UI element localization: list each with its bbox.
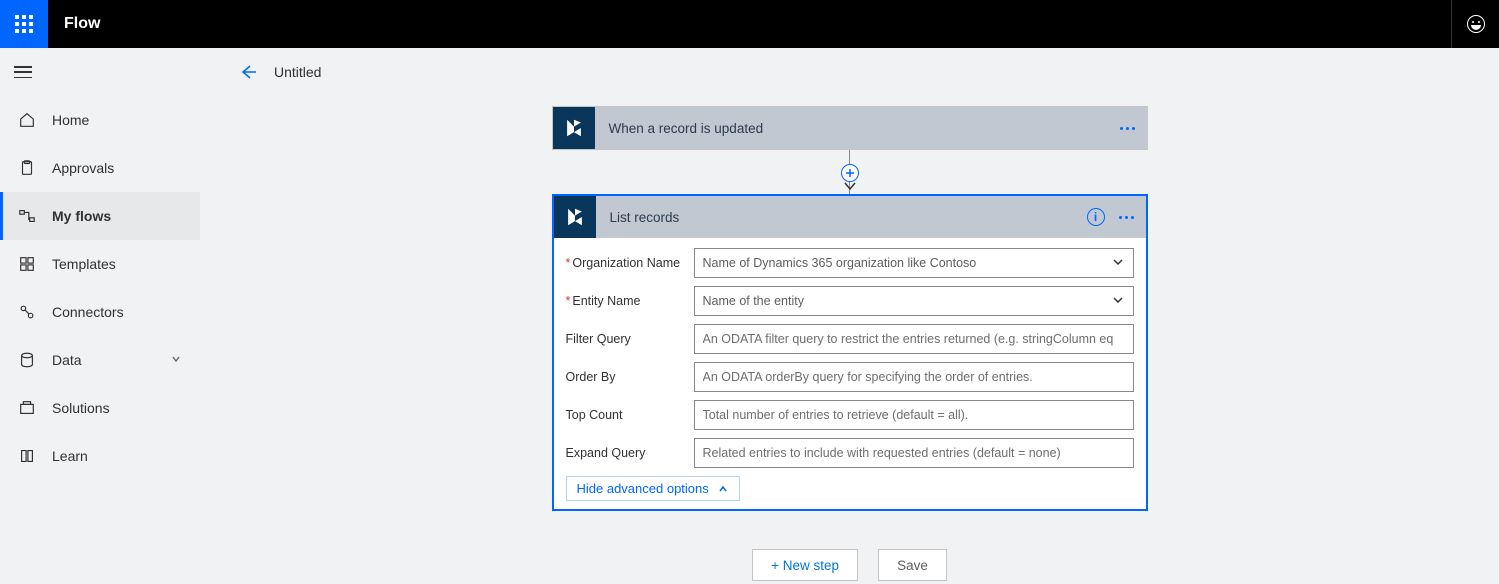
trigger-card[interactable]: When a record is updated xyxy=(552,106,1148,150)
waffle-icon xyxy=(15,15,33,33)
sidebar: Home Approvals My flows Templates Connec xyxy=(0,48,200,584)
action-body: *Organization Name Name of Dynamics 365 … xyxy=(554,238,1146,509)
order-by-input[interactable] xyxy=(694,362,1134,392)
trigger-menu-button[interactable] xyxy=(1120,127,1135,130)
action-menu-button[interactable] xyxy=(1119,216,1134,219)
topbar: Flow xyxy=(0,0,1499,48)
data-icon xyxy=(18,351,36,369)
hamburger-icon[interactable] xyxy=(14,66,32,78)
trigger-title: When a record is updated xyxy=(609,121,764,136)
sidebar-item-connectors[interactable]: Connectors xyxy=(0,288,200,336)
app-name: Flow xyxy=(64,15,100,33)
smile-icon xyxy=(1467,15,1485,33)
filter-query-input[interactable] xyxy=(694,324,1134,354)
home-icon xyxy=(18,111,36,129)
filter-query-label: Filter Query xyxy=(566,332,694,346)
expand-query-input[interactable] xyxy=(694,438,1134,468)
save-button[interactable]: Save xyxy=(878,549,947,581)
top-count-input[interactable] xyxy=(694,400,1134,430)
sidebar-item-label: Approvals xyxy=(52,160,114,176)
info-button[interactable]: i xyxy=(1087,208,1105,226)
templates-icon xyxy=(18,255,36,273)
sidebar-item-label: Data xyxy=(52,352,82,368)
solutions-icon xyxy=(18,399,36,417)
connectors-icon xyxy=(18,303,36,321)
hide-advanced-options-button[interactable]: Hide advanced options xyxy=(566,476,740,501)
flow-canvas: When a record is updated xyxy=(200,96,1499,584)
sidebar-item-label: My flows xyxy=(52,208,111,224)
action-header[interactable]: List records i xyxy=(554,196,1146,238)
sidebar-item-home[interactable]: Home xyxy=(0,96,200,144)
top-count-label: Top Count xyxy=(566,408,694,422)
feedback-button[interactable] xyxy=(1451,0,1499,48)
expand-query-label: Expand Query xyxy=(566,446,694,460)
org-name-placeholder: Name of Dynamics 365 organization like C… xyxy=(703,256,977,270)
sidebar-item-learn[interactable]: Learn xyxy=(0,432,200,480)
trigger-header[interactable]: When a record is updated xyxy=(553,107,1147,149)
entity-name-placeholder: Name of the entity xyxy=(703,294,804,308)
footer-actions: + New step Save xyxy=(752,549,947,581)
entity-name-label: *Entity Name xyxy=(566,294,694,308)
order-by-label: Order By xyxy=(566,370,694,384)
sidebar-item-label: Templates xyxy=(52,256,116,272)
dynamics-icon xyxy=(554,196,596,238)
chevron-up-icon xyxy=(717,483,729,495)
sidebar-item-solutions[interactable]: Solutions xyxy=(0,384,200,432)
main-area: Untitled When a record is updated xyxy=(200,48,1499,584)
sidebar-item-label: Home xyxy=(52,112,89,128)
action-title: List records xyxy=(610,210,680,225)
sidebar-item-label: Solutions xyxy=(52,400,110,416)
org-name-select[interactable]: Name of Dynamics 365 organization like C… xyxy=(694,248,1134,278)
sidebar-item-templates[interactable]: Templates xyxy=(0,240,200,288)
chevron-down-icon xyxy=(170,352,182,368)
advanced-toggle-label: Hide advanced options xyxy=(577,481,709,496)
sidebar-item-my-flows[interactable]: My flows xyxy=(0,192,200,240)
sidebar-item-approvals[interactable]: Approvals xyxy=(0,144,200,192)
flow-icon xyxy=(18,207,36,225)
chevron-down-icon xyxy=(1111,255,1125,272)
clipboard-icon xyxy=(18,159,36,177)
action-card[interactable]: List records i *Organization Name Name o… xyxy=(552,194,1148,511)
new-step-button[interactable]: + New step xyxy=(752,549,858,581)
step-connector xyxy=(552,150,1148,194)
dynamics-icon xyxy=(553,107,595,149)
app-launcher-button[interactable] xyxy=(0,0,48,48)
flow-name[interactable]: Untitled xyxy=(274,64,321,80)
chevron-down-icon xyxy=(1111,293,1125,310)
sidebar-item-label: Connectors xyxy=(52,304,124,320)
sidebar-item-data[interactable]: Data xyxy=(0,336,200,384)
back-button[interactable] xyxy=(234,58,262,86)
editor-toolbar: Untitled xyxy=(200,48,1499,96)
sidebar-item-label: Learn xyxy=(52,448,88,464)
org-name-label: *Organization Name xyxy=(566,256,694,270)
entity-name-select[interactable]: Name of the entity xyxy=(694,286,1134,316)
learn-icon xyxy=(18,447,36,465)
